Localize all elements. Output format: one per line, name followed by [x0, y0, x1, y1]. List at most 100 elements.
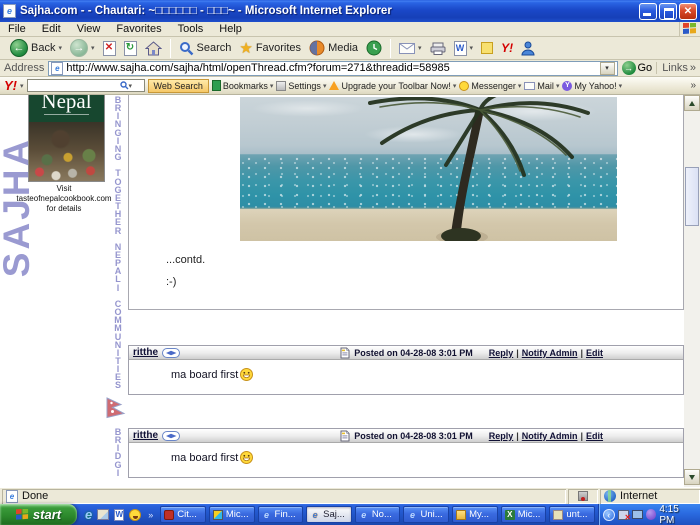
home-button[interactable]	[141, 40, 166, 57]
edit-word-button[interactable]: W ▾	[450, 40, 478, 57]
tray-collapse-icon[interactable]: ‹	[603, 509, 615, 521]
settings-button[interactable]: Settings ▾	[276, 81, 326, 91]
messenger-dropdown-icon[interactable]: ▾	[518, 82, 522, 90]
address-bar: Address e http://www.sajha.com/sajha/htm…	[0, 60, 700, 77]
scroll-thumb[interactable]	[685, 167, 699, 226]
task-button-untitled[interactable]: unt...	[549, 506, 595, 523]
post-header: ritthe Posted on 04-28-08 3:01 PM Reply …	[129, 346, 683, 360]
post-text: ma board first	[171, 452, 238, 464]
task-button-citrix[interactable]: Cit...	[160, 506, 206, 523]
menu-help[interactable]: Help	[211, 23, 250, 35]
reply-link[interactable]: Reply	[489, 431, 514, 441]
favorites-button[interactable]: ★ Favorites	[235, 38, 305, 58]
my-yahoo-dropdown-icon[interactable]: ▾	[619, 82, 623, 90]
menu-edit[interactable]: Edit	[34, 23, 69, 35]
web-search-button[interactable]: Web Search	[148, 79, 209, 93]
print-button[interactable]	[426, 41, 450, 56]
yahoo-search-box[interactable]: ▾	[27, 79, 145, 92]
links-overflow-icon[interactable]: »	[690, 62, 696, 74]
yahoo-messenger-button[interactable]: Messenger ▾	[459, 81, 521, 91]
stop-button[interactable]: ✕	[99, 40, 120, 57]
start-button[interactable]: start	[0, 504, 77, 525]
notify-admin-link[interactable]: Notify Admin	[522, 348, 578, 358]
task-button-microsoft[interactable]: Mic...	[209, 506, 255, 523]
post-body: ma board first	[129, 443, 683, 464]
media-button[interactable]: Media	[305, 39, 362, 57]
discuss-note-icon	[481, 42, 493, 54]
ad-cover-top: Nepal	[29, 95, 104, 122]
upgrade-dropdown-icon[interactable]: ▾	[453, 82, 457, 90]
yahoo-mail-dropdown-icon[interactable]: ▾	[556, 82, 560, 90]
network-icon[interactable]	[632, 510, 643, 519]
mail-button[interactable]: ▾	[395, 42, 426, 55]
task-button-no[interactable]: e No...	[355, 506, 401, 523]
messenger-button[interactable]	[517, 40, 539, 57]
edit-link[interactable]: Edit	[586, 431, 603, 441]
back-dropdown-icon[interactable]: ▾	[58, 44, 62, 52]
yahoo-search-input[interactable]	[30, 80, 120, 91]
task-button-sajha-active[interactable]: e Saj...	[306, 506, 352, 523]
go-button[interactable]: → Go	[622, 61, 653, 75]
status-zone-panel: Internet	[600, 489, 700, 504]
edit-link[interactable]: Edit	[586, 348, 603, 358]
reply-link[interactable]: Reply	[489, 348, 514, 358]
refresh-icon: ↻	[124, 41, 137, 56]
pm-envelope-icon[interactable]	[162, 348, 180, 358]
yahoo-logo-dropdown-icon[interactable]: ▾	[20, 82, 24, 90]
original-post-box: ...contd. :-)	[128, 95, 684, 310]
refresh-button[interactable]: ↻	[120, 40, 141, 57]
yahoo-overflow-icon[interactable]: »	[690, 80, 696, 91]
task-button-fin[interactable]: e Fin...	[258, 506, 304, 523]
back-button[interactable]: ← Back ▾	[6, 38, 66, 58]
settings-dropdown-icon[interactable]: ▾	[323, 82, 327, 90]
bookmarks-button[interactable]: Bookmarks ▾	[212, 80, 274, 91]
forward-dropdown-icon[interactable]: ▾	[91, 44, 95, 52]
quicklaunch-overflow-icon[interactable]: »	[148, 510, 153, 520]
search-button[interactable]: Search	[175, 40, 236, 57]
internet-globe-icon	[604, 490, 616, 502]
bookmarks-dropdown-icon[interactable]: ▾	[270, 82, 274, 90]
edit-dropdown-icon[interactable]: ▾	[470, 44, 474, 52]
discuss-button[interactable]	[477, 41, 497, 55]
yahoo-logo[interactable]: Y!	[4, 78, 17, 93]
yahoo-mail-button[interactable]: Mail ▾	[524, 81, 559, 91]
quicklaunch-word-icon[interactable]: W	[114, 509, 124, 521]
menu-tools[interactable]: Tools	[170, 23, 212, 35]
pm-envelope-icon[interactable]	[162, 431, 180, 441]
menu-file[interactable]: File	[0, 23, 34, 35]
forward-button[interactable]: → ▾	[66, 38, 99, 58]
network-disconnected-icon[interactable]	[618, 510, 630, 520]
nepal-cookbook-ad[interactable]: Nepal	[28, 95, 105, 182]
yahoo-services-button[interactable]: e Y!	[497, 40, 517, 56]
post-author-link[interactable]: ritthe	[133, 347, 158, 358]
post-author-link[interactable]: ritthe	[133, 430, 158, 441]
quick-launch: e W »	[77, 507, 160, 522]
mail-dropdown-icon[interactable]: ▾	[418, 44, 422, 52]
scroll-down-button[interactable]	[684, 469, 700, 485]
links-toolbar[interactable]: Links »	[656, 62, 696, 74]
op-text-line2: :-)	[166, 276, 176, 288]
address-input[interactable]: e http://www.sajha.com/sajha/html/openTh…	[48, 61, 617, 76]
restore-button[interactable]	[659, 3, 677, 20]
vertical-scrollbar[interactable]	[684, 95, 700, 487]
minimize-button[interactable]	[639, 3, 657, 20]
my-yahoo-button[interactable]: Y My Yahoo! ▾	[562, 81, 622, 91]
yahoo-search-dropdown-icon[interactable]: ▾	[129, 82, 133, 90]
upgrade-toolbar-button[interactable]: Upgrade your Toolbar Now! ▾	[329, 81, 456, 91]
menu-view[interactable]: View	[69, 23, 109, 35]
menu-favorites[interactable]: Favorites	[108, 23, 169, 35]
scroll-up-button[interactable]	[684, 95, 700, 111]
address-dropdown-button[interactable]: ▾	[600, 62, 615, 75]
link-separator: |	[516, 348, 519, 358]
taskbar-clock[interactable]: 4:15 PM	[659, 504, 695, 525]
task-button-my-documents[interactable]: My...	[452, 506, 498, 523]
notify-admin-link[interactable]: Notify Admin	[522, 431, 578, 441]
quicklaunch-ie-icon[interactable]: e	[85, 507, 92, 522]
task-button-uni[interactable]: e Uni...	[403, 506, 449, 523]
history-button[interactable]	[362, 39, 386, 57]
close-button[interactable]: ✕	[679, 3, 697, 20]
task-button-excel[interactable]: X Mic...	[501, 506, 547, 523]
show-desktop-icon[interactable]	[97, 509, 109, 520]
quicklaunch-messenger-icon[interactable]	[129, 509, 141, 521]
messenger-tray-icon[interactable]	[646, 509, 657, 520]
